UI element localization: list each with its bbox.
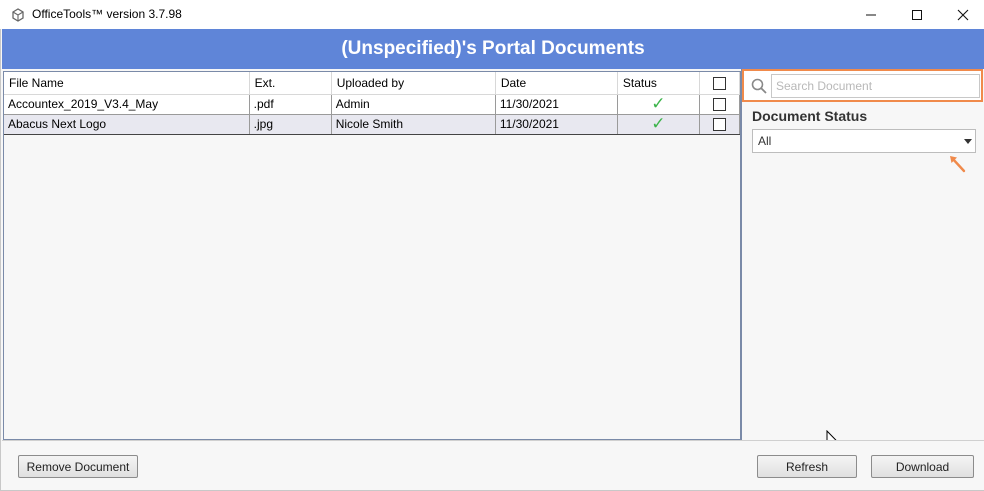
column-header-ext[interactable]: Ext. (249, 72, 332, 95)
column-header-status[interactable]: Status (617, 72, 700, 95)
document-status-value: All (758, 134, 772, 148)
file-name-cell: Accountex_2019_V3.4_May (4, 94, 250, 115)
maximize-icon (912, 9, 922, 20)
status-cell: ✓ (617, 94, 700, 115)
search-box (742, 69, 983, 102)
close-icon (957, 9, 969, 20)
title-bar: OfficeTools™ version 3.7.98 (0, 0, 984, 29)
filter-panel: Document Status All (742, 69, 984, 450)
minimize-icon (866, 14, 876, 15)
officetools-logo-icon (12, 8, 24, 22)
table-row[interactable]: Accountex_2019_V3.4_May .pdf Admin 11/30… (4, 94, 741, 115)
select-cell[interactable] (699, 94, 741, 115)
select-cell[interactable] (699, 113, 741, 135)
table-header-row: File Name Ext. Uploaded by Date Status (4, 72, 741, 95)
column-header-uploaded-by[interactable]: Uploaded by (331, 72, 496, 95)
documents-table: File Name Ext. Uploaded by Date Status A… (4, 72, 741, 135)
column-header-select-all[interactable] (699, 72, 741, 95)
uploaded-by-cell: Admin (331, 94, 496, 115)
download-button[interactable]: Download (871, 455, 974, 478)
refresh-button[interactable]: Refresh (757, 455, 857, 478)
row-checkbox[interactable] (712, 118, 726, 132)
checkmark-icon: ✓ (651, 94, 666, 113)
documents-grid[interactable]: File Name Ext. Uploaded by Date Status A… (3, 71, 741, 440)
page-title: (Unspecified)'s Portal Documents (341, 38, 645, 59)
uploaded-by-cell: Nicole Smith (331, 113, 496, 135)
portal-header: (Unspecified)'s Portal Documents (2, 29, 984, 69)
annotation-arrow-icon (950, 156, 966, 173)
date-cell: 11/30/2021 (495, 94, 618, 115)
close-button[interactable] (940, 0, 984, 29)
column-header-date[interactable]: Date (495, 72, 618, 95)
ext-cell: .pdf (249, 94, 332, 115)
search-input[interactable] (771, 74, 980, 98)
file-name-cell: Abacus Next Logo (4, 113, 250, 135)
footer: Remove Document Refresh Download (2, 440, 984, 490)
select-all-checkbox[interactable] (712, 76, 726, 90)
window-frame: (Unspecified)'s Portal Documents File Na… (0, 29, 984, 491)
status-cell: ✓ (617, 113, 700, 135)
row-checkbox[interactable] (712, 98, 726, 112)
date-cell: 11/30/2021 (495, 113, 618, 135)
window-title: OfficeTools™ version 3.7.98 (32, 7, 182, 21)
column-header-file-name[interactable]: File Name (4, 72, 250, 95)
maximize-button[interactable] (894, 0, 940, 29)
checkmark-icon: ✓ (651, 114, 666, 133)
remove-document-button[interactable]: Remove Document (18, 455, 138, 478)
table-row[interactable]: Abacus Next Logo .jpg Nicole Smith 11/30… (4, 113, 741, 135)
ext-cell: .jpg (249, 113, 332, 135)
document-status-label: Document Status (752, 108, 868, 124)
minimize-button[interactable] (848, 0, 894, 29)
document-status-select[interactable]: All (752, 129, 976, 153)
search-icon (751, 78, 767, 94)
chevron-down-icon[interactable] (961, 129, 975, 153)
